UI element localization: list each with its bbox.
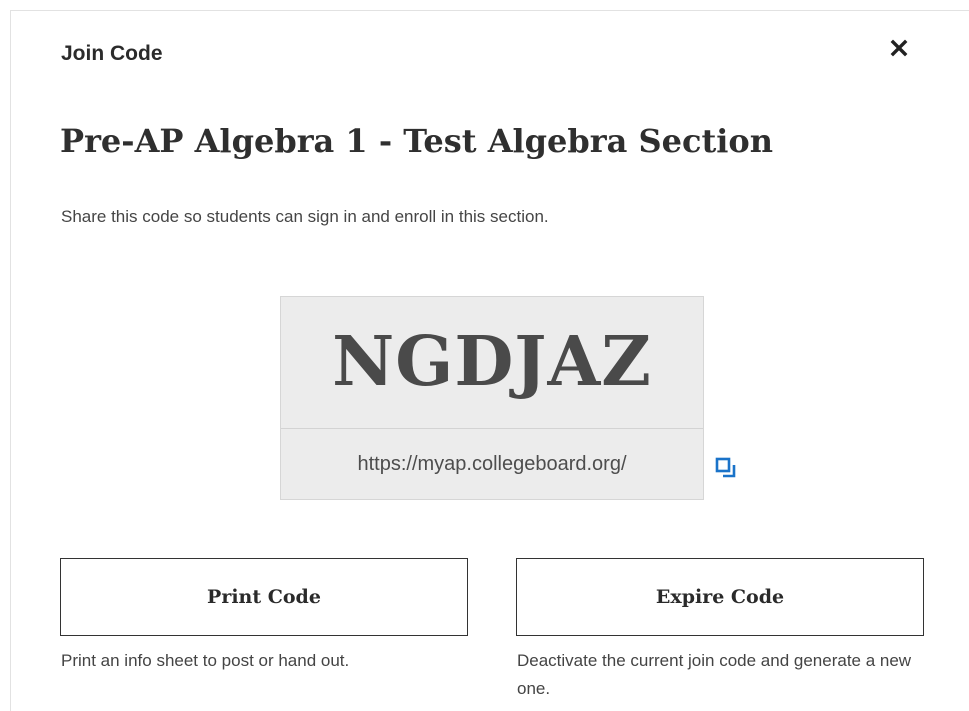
section-title: Pre-AP Algebra 1 - Test Algebra Section [60,122,774,160]
dialog-label: Join Code [61,42,163,65]
close-button[interactable] [884,33,914,63]
expire-code-button[interactable]: Expire Code [516,558,924,636]
close-icon [890,39,908,57]
copy-icon [715,457,736,478]
share-description: Share this code so students can sign in … [61,207,549,226]
copy-url-button[interactable] [711,453,741,483]
print-code-help: Print an info sheet to post or hand out. [61,651,350,670]
join-code-box: NGDJAZ https://myap.collegeboard.org/ [280,296,704,500]
expire-code-help: Deactivate the current join code and gen… [517,651,912,698]
join-code-dialog: Join Code Pre-AP Algebra 1 - Test Algebr… [10,10,969,711]
print-code-button[interactable]: Print Code [60,558,468,636]
join-code-value: NGDJAZ [332,322,652,402]
join-url: https://myap.collegeboard.org/ [357,452,627,475]
